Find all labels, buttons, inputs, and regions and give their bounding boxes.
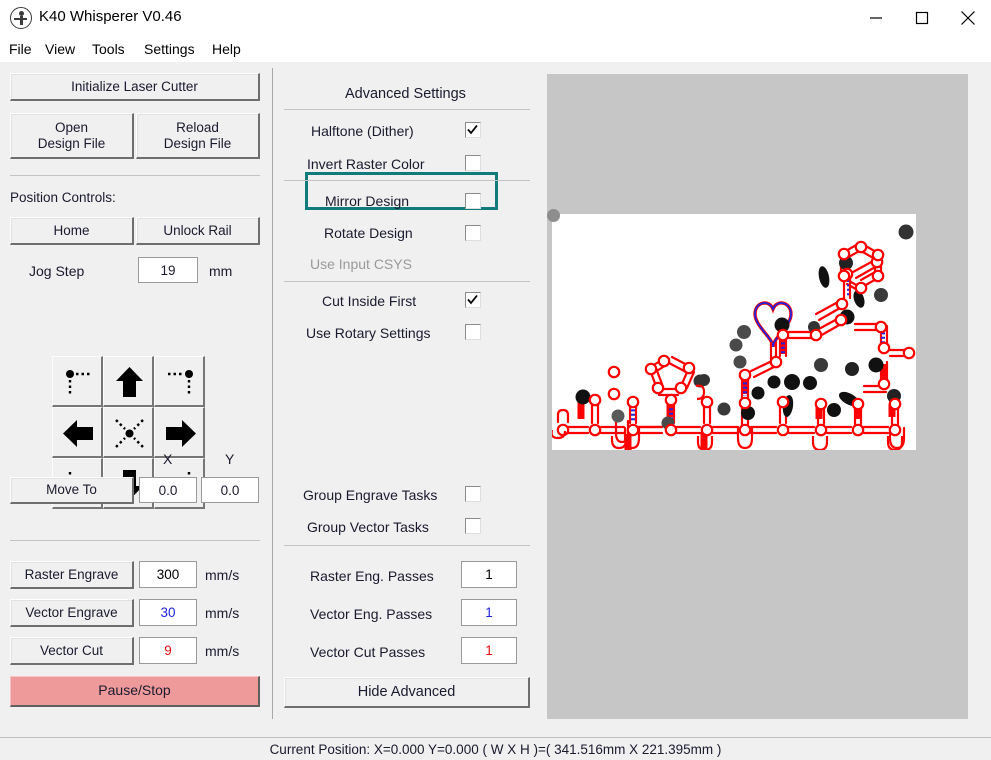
x-axis-label: X (163, 451, 173, 467)
jog-up-button[interactable] (103, 356, 154, 407)
move-to-y-input[interactable]: 0.0 (201, 477, 259, 503)
design-canvas[interactable] (547, 74, 968, 719)
reload-design-file-line1: Reload (176, 120, 219, 136)
vector-engrave-button[interactable]: Vector Engrave (10, 599, 134, 627)
jog-step-label: Jog Step (29, 263, 85, 279)
menu-help[interactable]: Help (208, 39, 245, 59)
vector-eng-passes-input[interactable]: 1 (461, 599, 517, 626)
left-divider-2 (10, 540, 260, 541)
vector-cut-passes-input[interactable]: 1 (461, 637, 517, 664)
rotate-design-label: Rotate Design (324, 225, 413, 241)
open-design-file-line1: Open (54, 120, 89, 136)
jog-top-right-button[interactable] (154, 356, 205, 407)
mirror-design-checkbox[interactable] (465, 193, 481, 209)
window-title: K40 Whisperer V0.46 (39, 8, 182, 25)
vector-engrave-units: mm/s (205, 605, 240, 621)
mirror-design-label: Mirror Design (325, 193, 410, 209)
group-engrave-tasks-label: Group Engrave Tasks (303, 487, 438, 503)
cut-inside-first-checkbox[interactable] (465, 292, 481, 308)
jog-left-button[interactable] (52, 407, 103, 458)
raster-engrave-speed-input[interactable]: 300 (139, 561, 197, 588)
move-to-x-input[interactable]: 0.0 (139, 477, 197, 503)
app-person-icon (10, 7, 32, 29)
maximize-icon[interactable] (899, 0, 945, 36)
minimize-icon[interactable] (853, 0, 899, 36)
panel-divider (272, 68, 273, 719)
left-divider-1 (10, 175, 260, 176)
jog-step-units: mm (209, 263, 233, 279)
open-design-file-button[interactable]: Open Design File (10, 113, 134, 159)
status-text: Current Position: X=0.000 Y=0.000 ( W X … (269, 741, 722, 757)
home-button[interactable]: Home (10, 217, 134, 245)
raster-engrave-button[interactable]: Raster Engrave (10, 561, 134, 589)
raster-eng-passes-label: Raster Eng. Passes (310, 568, 434, 584)
position-controls-label: Position Controls: (10, 190, 116, 205)
y-axis-label: Y (225, 451, 235, 467)
group-vector-tasks-label: Group Vector Tasks (307, 519, 429, 535)
unlock-rail-button[interactable]: Unlock Rail (136, 217, 260, 245)
adv-divider-2 (284, 180, 530, 181)
title-bar: K40 Whisperer V0.46 (0, 0, 991, 36)
use-rotary-settings-label: Use Rotary Settings (306, 325, 431, 341)
jog-center-button[interactable] (103, 407, 154, 458)
use-rotary-settings-checkbox[interactable] (465, 324, 481, 340)
open-design-file-line2: Design File (37, 135, 106, 151)
menu-file[interactable]: File (5, 39, 36, 59)
reload-design-file-button[interactable]: Reload Design File (136, 113, 260, 159)
hide-advanced-button[interactable]: Hide Advanced (284, 677, 530, 708)
invert-raster-color-checkbox[interactable] (465, 155, 481, 171)
adv-divider-1 (284, 109, 530, 110)
reload-design-file-line2: Design File (163, 135, 232, 151)
vector-cut-button[interactable]: Vector Cut (10, 637, 134, 665)
molecule-design-graphic (552, 224, 916, 450)
menu-settings[interactable]: Settings (140, 39, 199, 59)
vector-eng-passes-label: Vector Eng. Passes (310, 606, 433, 622)
pause-stop-button[interactable]: Pause/Stop (10, 676, 260, 707)
vector-engrave-speed-input[interactable]: 30 (139, 599, 197, 626)
rotate-design-checkbox[interactable] (465, 225, 481, 241)
jog-top-left-button[interactable] (52, 356, 103, 407)
adv-divider-3 (284, 281, 530, 282)
menu-view[interactable]: View (41, 39, 79, 59)
use-input-csys-label: Use Input CSYS (310, 256, 412, 272)
invert-raster-color-label: Invert Raster Color (307, 156, 425, 172)
raster-eng-passes-input[interactable]: 1 (461, 561, 517, 588)
status-bar: Current Position: X=0.000 Y=0.000 ( W X … (0, 738, 991, 760)
vector-cut-speed-input[interactable]: 9 (139, 637, 197, 664)
group-engrave-tasks-checkbox[interactable] (465, 486, 481, 502)
menu-tools[interactable]: Tools (88, 39, 129, 59)
jog-right-button[interactable] (154, 407, 205, 458)
initialize-laser-cutter-button[interactable]: Initialize Laser Cutter (10, 73, 260, 101)
raster-engrave-units: mm/s (205, 567, 240, 583)
jog-step-input[interactable]: 19 (138, 257, 198, 283)
main-area: Initialize Laser Cutter Open Design File… (0, 62, 991, 737)
advanced-settings-title: Advanced Settings (345, 86, 466, 102)
vector-cut-passes-label: Vector Cut Passes (310, 644, 426, 660)
move-to-button[interactable]: Move To (10, 477, 134, 504)
adv-divider-4 (284, 545, 530, 546)
cut-inside-first-label: Cut Inside First (322, 293, 417, 309)
halftone-dither-checkbox[interactable] (465, 122, 481, 138)
group-vector-tasks-checkbox[interactable] (465, 518, 481, 534)
close-icon[interactable] (945, 0, 991, 36)
halftone-dither-label: Halftone (Dither) (311, 123, 414, 139)
vector-cut-units: mm/s (205, 643, 240, 659)
menu-bar: File View Tools Settings Help (0, 36, 991, 62)
